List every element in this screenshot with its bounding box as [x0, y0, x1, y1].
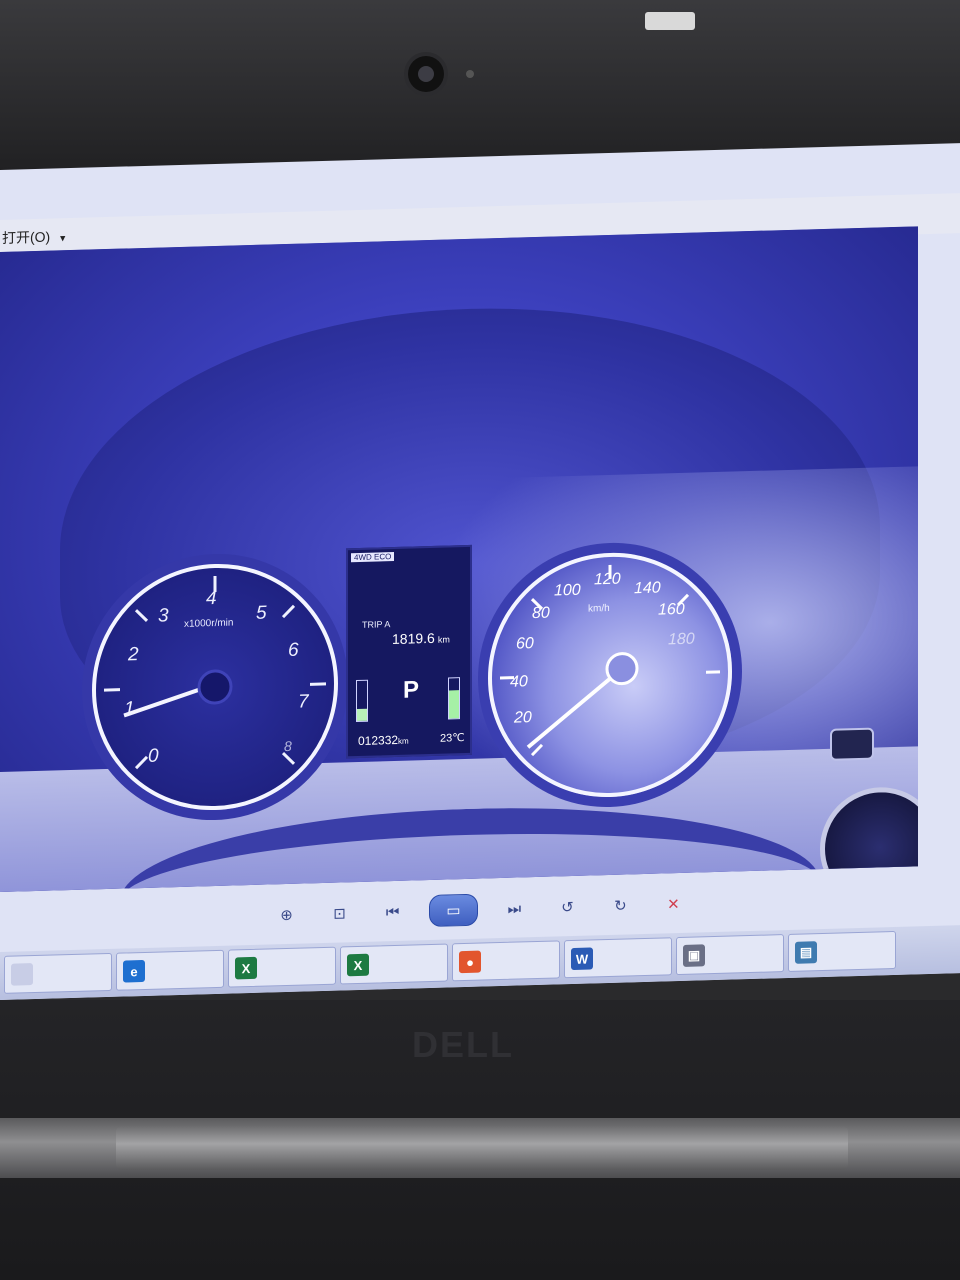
taskbar-app-icon: ● [459, 950, 481, 974]
fuel-gauge-fill [449, 690, 459, 719]
trip-value: 1819.6 [392, 629, 435, 648]
taskbar-app-icon: ▣ [683, 944, 705, 967]
taskbar-app-icon: e [123, 959, 145, 983]
tacho-unit: x1000r/min [184, 617, 234, 630]
tacho-label-4: 4 [206, 587, 217, 610]
slideshow-icon[interactable]: ▭ [429, 893, 478, 928]
laptop-screen: 打开(O) ▼ 0 1 2 3 4 5 6 7 8 x1000r/min 4WD… [0, 143, 960, 1001]
tacho-label-6: 6 [288, 639, 299, 661]
taskbar-app-icon: X [235, 956, 257, 980]
rotate-left-icon[interactable]: ↺ [551, 894, 584, 921]
speed-label-140: 140 [634, 579, 661, 598]
speed-label-40: 40 [510, 673, 528, 691]
odometer-unit: km [398, 736, 409, 746]
speedometer-needle [526, 667, 624, 749]
viewer-navigation-bar: ⊕ ⊡ ⏮ ▭ ⏭ ↺ ↻ ✕ [270, 887, 690, 933]
gear-indicator: P [403, 676, 420, 704]
photo-viewport: 0 1 2 3 4 5 6 7 8 x1000r/min 4WD ECO TRI… [0, 226, 918, 893]
drive-mode-badge: 4WD ECO [351, 551, 395, 563]
coolant-temp-fill [357, 708, 367, 722]
coolant-temp-gauge [356, 679, 368, 723]
taskbar-app-icon: W [571, 947, 593, 971]
stop-label: STOP [905, 877, 918, 890]
odometer-value: 012332 [358, 732, 399, 749]
tacho-label-7: 7 [298, 691, 309, 713]
open-menu-button[interactable]: 打开(O) ▼ [2, 226, 67, 248]
drive-mode-knob [830, 727, 874, 761]
webcam-icon [408, 56, 444, 92]
speedometer: 20 40 60 80 100 120 140 160 180 km/h [488, 549, 732, 801]
center-info-display: 4WD ECO TRIP A 1819.6 km P 012332km 23℃ [346, 544, 472, 759]
taskbar-item[interactable]: W [564, 937, 672, 979]
taskbar-item[interactable]: ▤ [788, 930, 896, 972]
taskbar-app-icon: ▤ [795, 941, 817, 964]
speed-label-60: 60 [516, 635, 534, 653]
webcam-led [466, 70, 474, 78]
speed-unit: km/h [588, 602, 610, 615]
dropdown-arrow-icon: ▼ [58, 233, 68, 244]
speed-label-80: 80 [532, 604, 550, 623]
trip-label: TRIP A [362, 619, 391, 630]
rotate-right-icon[interactable]: ↻ [604, 892, 637, 919]
tacho-label-8: 8 [284, 737, 292, 755]
tachometer: 0 1 2 3 4 5 6 7 8 x1000r/min [92, 560, 338, 814]
tacho-label-0: 0 [148, 745, 159, 767]
taskbar-item[interactable]: e [116, 949, 224, 991]
speed-label-120: 120 [594, 570, 621, 589]
dell-logo: DELL [412, 1024, 514, 1065]
speed-label-100: 100 [554, 581, 581, 600]
fuel-gauge [448, 677, 460, 720]
taskbar-item[interactable] [4, 952, 112, 994]
trip-readout: 1819.6 km [392, 629, 450, 647]
tachometer-hub [197, 669, 233, 705]
taskbar-item[interactable]: ▣ [676, 934, 784, 976]
tacho-label-2: 2 [128, 644, 139, 666]
previous-image-icon[interactable]: ⏮ [376, 899, 409, 926]
start-label: START [905, 877, 918, 890]
tacho-label-1: 1 [124, 698, 135, 720]
speedometer-hub [605, 652, 639, 686]
taskbar-item[interactable]: X [228, 946, 336, 988]
trip-unit: km [437, 634, 450, 645]
hinge-cover [116, 1126, 848, 1170]
delete-icon[interactable]: ✕ [657, 891, 690, 918]
speed-label-20: 20 [514, 709, 532, 727]
zoom-icon[interactable]: ⊕ [270, 902, 303, 929]
tacho-label-5: 5 [256, 602, 267, 624]
open-menu-label: 打开(O) [2, 228, 51, 246]
fit-to-window-icon[interactable]: ⊡ [323, 900, 356, 927]
taskbar-item[interactable]: ● [452, 940, 560, 982]
speed-label-160: 160 [658, 600, 685, 619]
outside-temperature: 23℃ [440, 732, 465, 745]
taskbar-app-icon: X [347, 953, 369, 977]
speed-label-180: 180 [668, 630, 695, 649]
taskbar-app-icon [11, 963, 33, 986]
bezel-clip [645, 12, 695, 30]
tacho-label-3: 3 [158, 605, 169, 627]
taskbar-item[interactable]: X [340, 943, 448, 985]
windows-taskbar: e X X ● W ▣ ▤ [0, 925, 960, 1000]
next-image-icon[interactable]: ⏭ [498, 895, 531, 922]
odometer: 012332km [358, 733, 409, 748]
